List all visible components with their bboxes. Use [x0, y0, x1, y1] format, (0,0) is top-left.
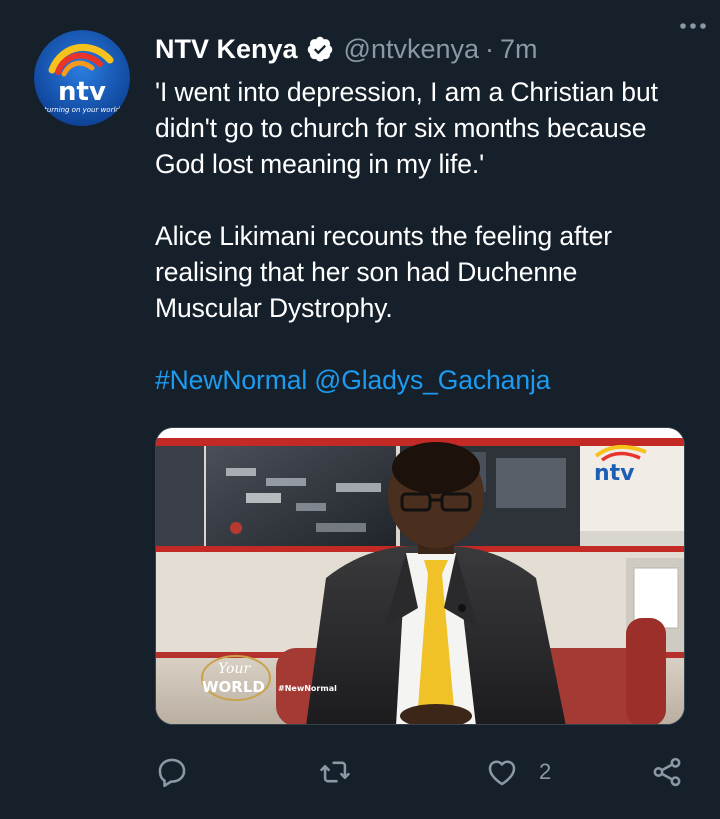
- tweet-paragraph-quote: 'I went into depression, I am a Christia…: [155, 77, 658, 179]
- hashtag-link[interactable]: #NewNormal: [155, 365, 307, 395]
- author-name[interactable]: NTV Kenya: [155, 34, 298, 65]
- reply-icon: [158, 758, 186, 788]
- avatar-tagline: turning on your world: [44, 106, 120, 114]
- tweet-text: 'I went into depression, I am a Christia…: [155, 74, 695, 398]
- tweet-media-image[interactable]: ntv Your WORLD #NewNormal: [155, 427, 685, 725]
- tweet-card[interactable]: ntv turning on your world NTV Kenya @ntv…: [0, 0, 720, 819]
- program-logo-line2: WORLD: [202, 678, 265, 696]
- channel-logo-text: ntv: [594, 461, 635, 486]
- header-separator: ·: [485, 33, 495, 64]
- retweet-icon: [320, 761, 350, 783]
- tweet-actions: 2: [0, 752, 720, 792]
- tweet-content: NTV Kenya @ntvkenya · 7m 'I went into de…: [155, 28, 695, 398]
- avatar[interactable]: ntv turning on your world: [34, 30, 130, 126]
- retweet-button[interactable]: [318, 752, 352, 792]
- share-icon: [653, 757, 681, 787]
- author-handle[interactable]: @ntvkenya: [344, 34, 479, 65]
- program-hashtag: #NewNormal: [278, 684, 337, 693]
- like-count: 2: [539, 759, 552, 784]
- heart-icon: [488, 760, 516, 786]
- studio-interview-image: ntv Your WORLD #NewNormal: [156, 428, 684, 724]
- avatar-logo-text: ntv: [58, 77, 106, 107]
- tweet-tags: #NewNormal @Gladys_Gachanja: [155, 362, 695, 398]
- share-button[interactable]: [650, 752, 684, 792]
- like-button[interactable]: 2: [485, 752, 551, 792]
- program-logo-line1: Your: [218, 661, 251, 677]
- tweet-header: NTV Kenya @ntvkenya · 7m: [155, 28, 695, 70]
- more-options-icon[interactable]: [676, 6, 710, 36]
- mention-link[interactable]: @Gladys_Gachanja: [314, 365, 550, 395]
- tweet-timestamp[interactable]: 7m: [500, 34, 538, 65]
- tweet-paragraph-description: Alice Likimani recounts the feeling afte…: [155, 221, 612, 323]
- verified-badge-icon: [306, 35, 334, 63]
- ntv-logo-icon: ntv turning on your world: [34, 30, 130, 126]
- reply-button[interactable]: [155, 752, 189, 792]
